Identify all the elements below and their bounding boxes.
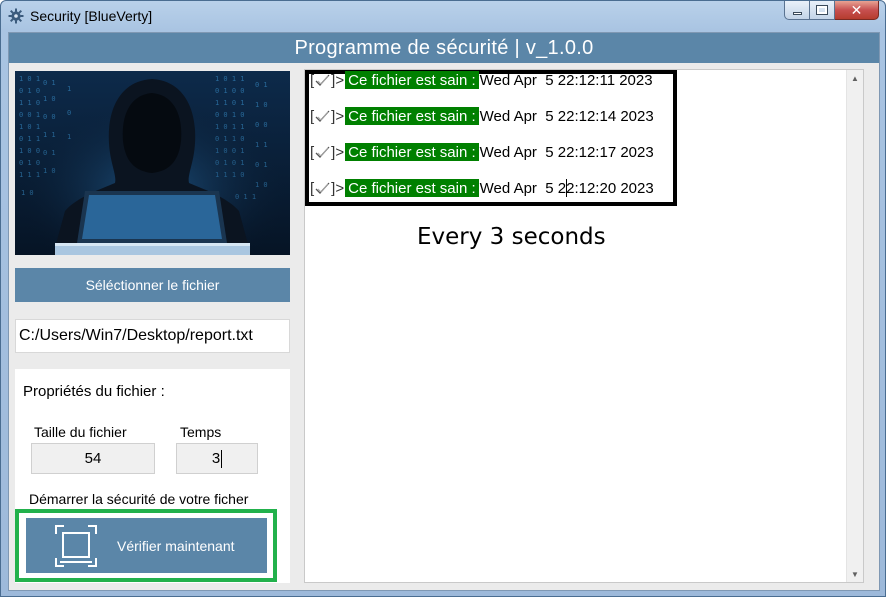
caption-buttons: ✕	[784, 1, 879, 21]
log-timestamp: Wed Apr 5 22:12:11 2023	[479, 71, 653, 89]
log-entry: [ ]> Ce fichier est sain : Wed Apr 5 22:…	[310, 142, 654, 162]
maximize-icon	[816, 5, 828, 15]
log-scrollbar[interactable]: ▲ ▼	[846, 70, 863, 582]
minimize-icon	[792, 11, 802, 15]
verify-now-button[interactable]: Vérifier maintenant	[26, 518, 267, 573]
check-icon	[315, 74, 330, 86]
scroll-down-icon[interactable]: ▼	[847, 566, 863, 582]
scan-icon	[55, 524, 97, 567]
file-size-value: 54	[84, 450, 102, 467]
properties-title: Propriétés du fichier :	[23, 383, 165, 400]
app-window: Security [BlueVerty] ✕ Programme de sécu…	[0, 0, 886, 597]
log-bracket-close: ]>	[331, 71, 345, 89]
time-interval-input[interactable]: 3	[176, 443, 258, 474]
file-path-field[interactable]: C:/Users/Win7/Desktop/report.txt	[15, 319, 290, 353]
log-bracket-open: [	[310, 71, 315, 89]
log-bracket-open: [	[310, 179, 315, 197]
text-cursor	[566, 179, 567, 197]
file-size-label: Taille du fichier	[34, 424, 127, 440]
gear-icon	[7, 7, 25, 25]
log-panel[interactable]: [ ]> Ce fichier est sain : Wed Apr 5 22:…	[304, 69, 864, 583]
status-badge: Ce fichier est sain :	[345, 179, 479, 197]
verify-now-label: Vérifier maintenant	[117, 537, 235, 554]
minimize-button[interactable]	[784, 1, 810, 20]
log-entry: [ ]> Ce fichier est sain : Wed Apr 5 22:…	[310, 106, 654, 126]
app-header: Programme de sécurité | v_1.0.0	[9, 33, 879, 63]
maximize-button[interactable]	[810, 1, 835, 20]
check-icon	[315, 146, 330, 158]
log-bracket-close: ]>	[331, 107, 345, 125]
log-bracket-open: [	[310, 143, 315, 161]
status-badge: Ce fichier est sain :	[345, 107, 479, 125]
log-bracket-close: ]>	[331, 179, 345, 197]
text-caret	[221, 449, 223, 468]
time-label: Temps	[180, 424, 222, 440]
log-entry: [ ]> Ce fichier est sain : Wed Apr 5 22:…	[310, 70, 653, 90]
scroll-up-icon[interactable]: ▲	[847, 70, 863, 86]
title-bar[interactable]: Security [BlueVerty] ✕	[1, 1, 885, 32]
log-bracket-open: [	[310, 107, 315, 125]
time-interval-value: 3	[211, 450, 221, 467]
log-bracket-close: ]>	[331, 143, 345, 161]
log-timestamp: Wed Apr 5 22:12:17 2023	[479, 143, 654, 161]
select-file-button[interactable]: Séléctionner le fichier	[15, 268, 290, 302]
start-security-label: Démarrer la sécurité de votre ficher	[29, 491, 249, 507]
status-badge: Ce fichier est sain :	[345, 71, 479, 89]
app-title: Programme de sécurité | v_1.0.0	[294, 36, 594, 59]
log-entry: [ ]> Ce fichier est sain : Wed Apr 5 22:…	[310, 178, 654, 198]
close-button[interactable]: ✕	[835, 1, 879, 20]
check-icon	[315, 182, 330, 194]
log-timestamp: Wed Apr 5 22:12:14 2023	[479, 107, 654, 125]
check-icon	[315, 110, 330, 122]
verify-button-highlight: Vérifier maintenant	[15, 509, 277, 582]
interval-annotation: Every 3 seconds	[417, 224, 606, 250]
status-badge: Ce fichier est sain :	[345, 143, 479, 161]
window-title: Security [BlueVerty]	[30, 8, 153, 24]
client-area: Programme de sécurité | v_1.0.0 1 0	[8, 32, 880, 591]
hacker-image: 1 0 10 1 01 1 0 0 0 11 0 10 1 1 1 0 00 1…	[15, 71, 290, 255]
file-size-field: 54	[31, 443, 155, 474]
close-icon: ✕	[850, 2, 863, 18]
